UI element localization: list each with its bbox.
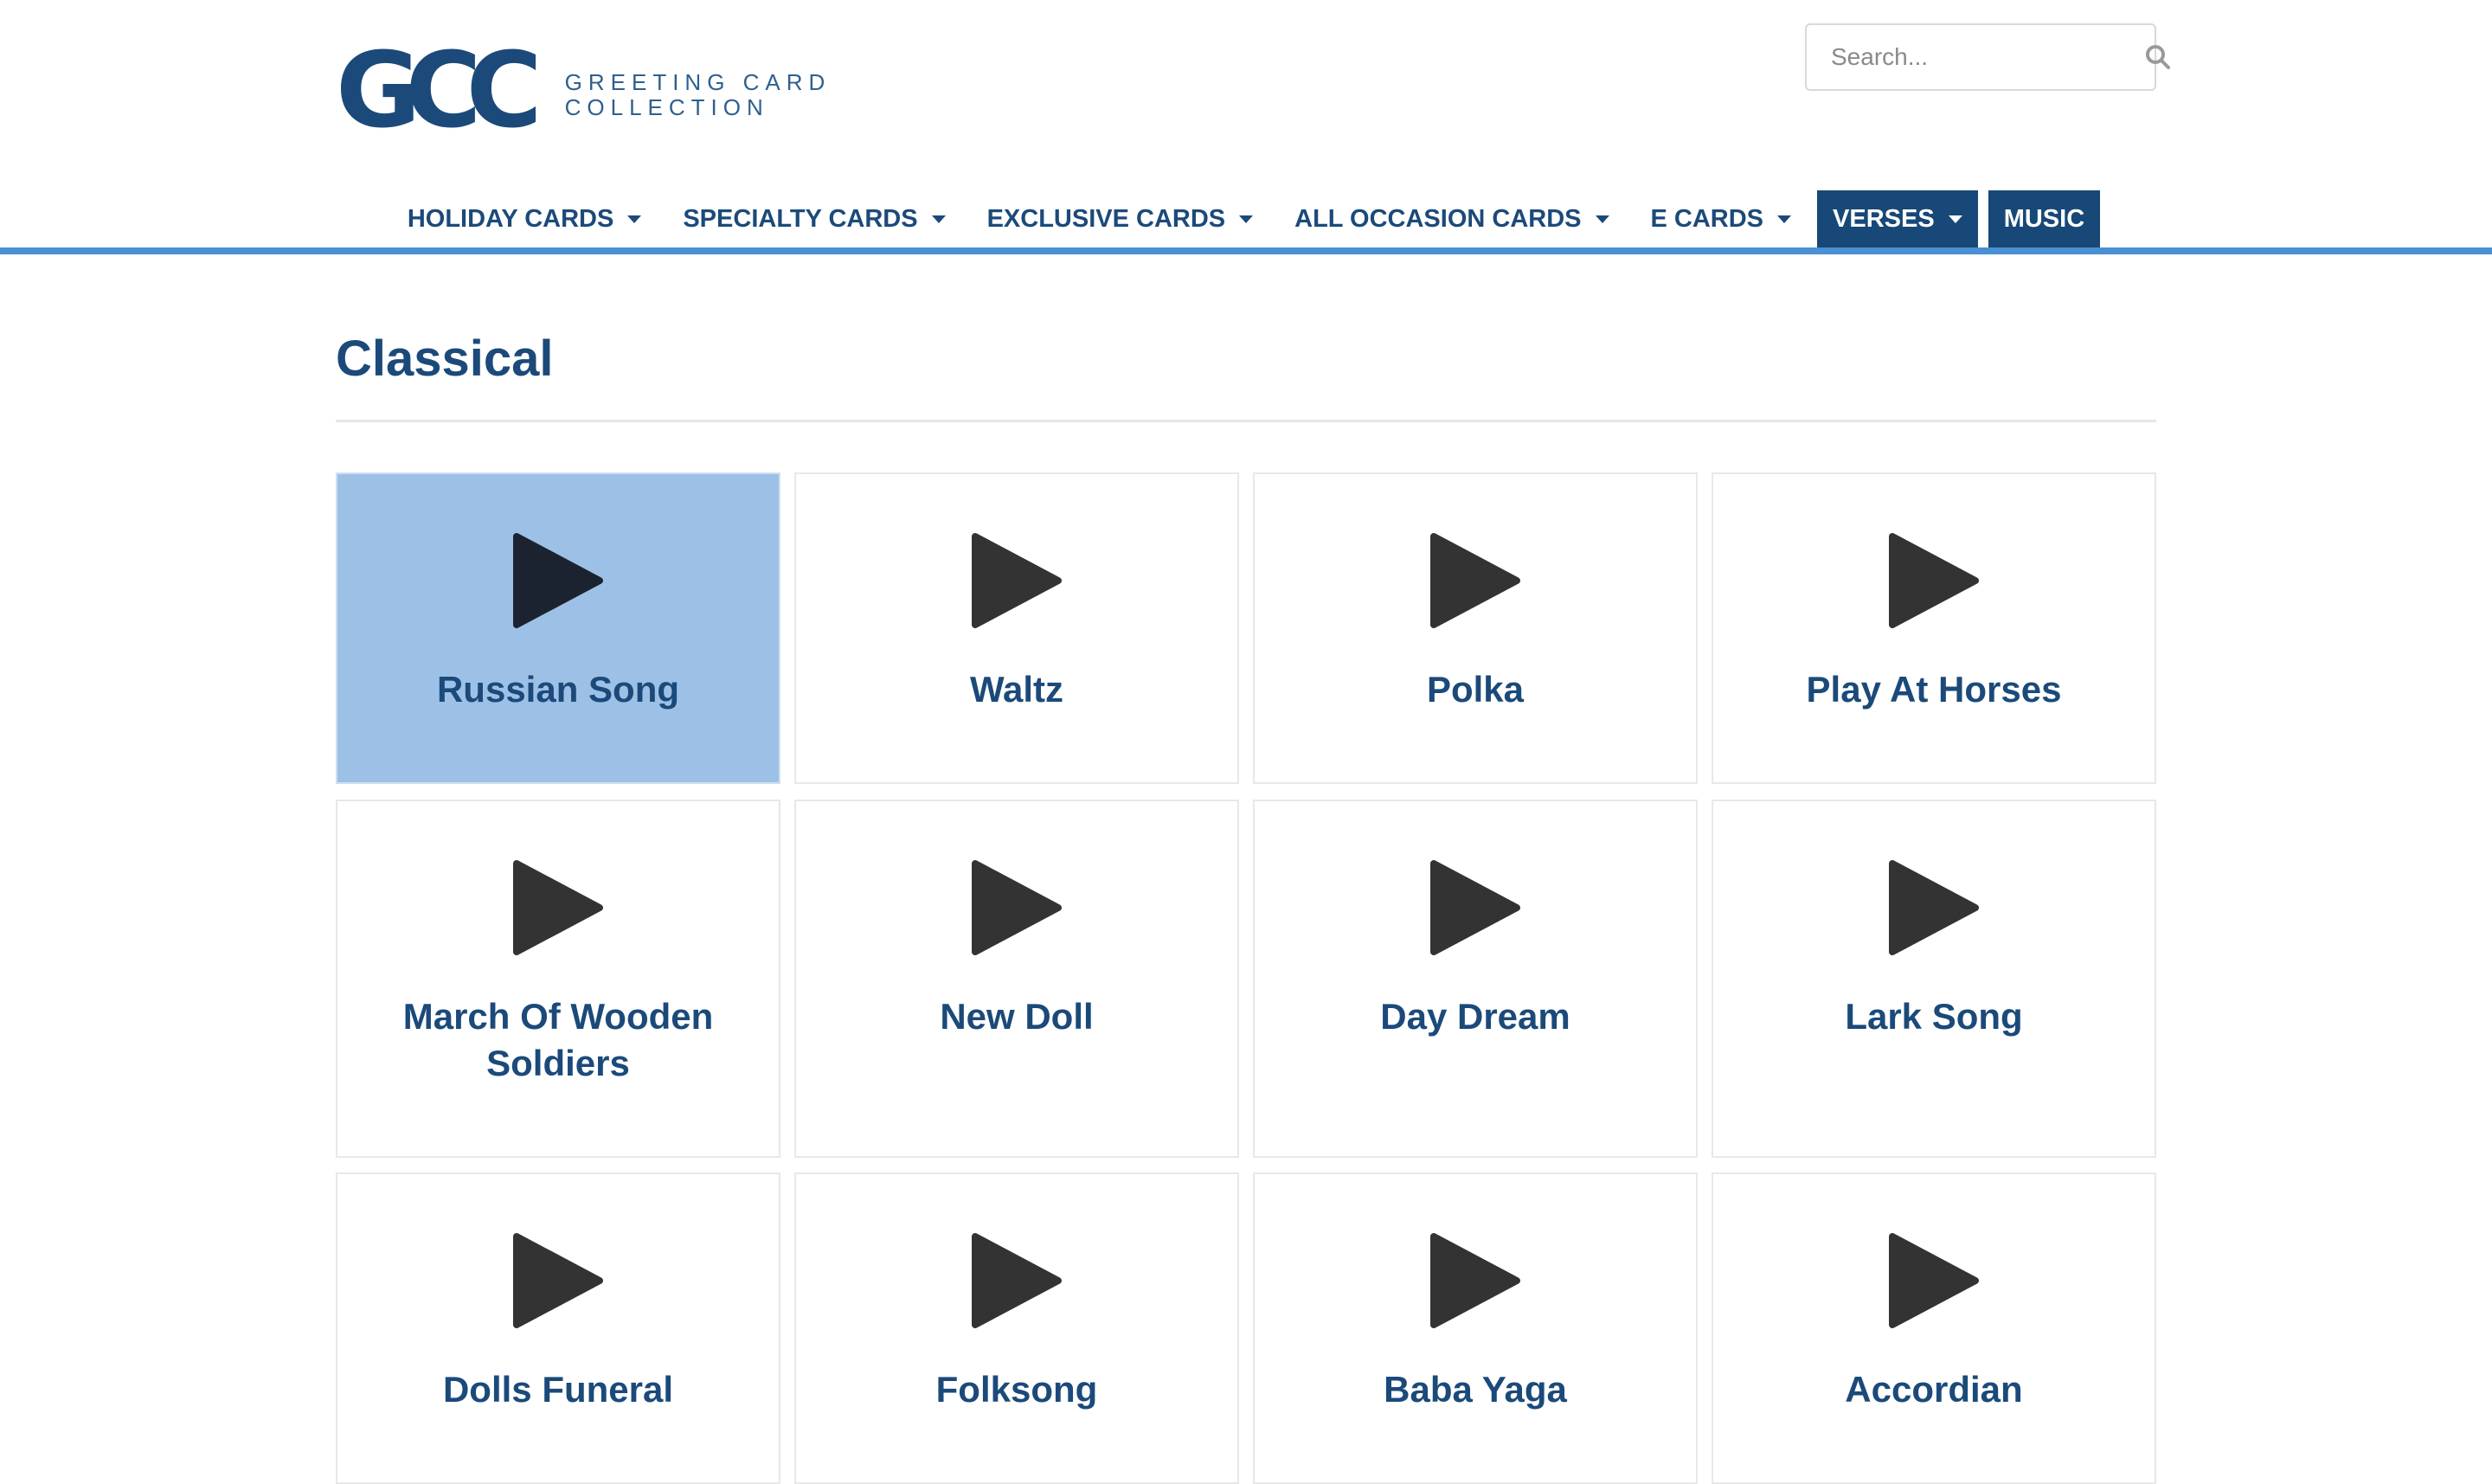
song-tile[interactable]: March Of Wooden Soldiers <box>336 800 780 1158</box>
caret-down-icon <box>931 215 946 223</box>
play-icon[interactable] <box>1429 1231 1522 1330</box>
song-tile[interactable]: Russian Song <box>336 472 780 784</box>
song-tile[interactable]: Folksong <box>794 1172 1239 1484</box>
song-tile[interactable]: Baba Yaga <box>1253 1172 1698 1484</box>
play-icon[interactable] <box>970 531 1063 630</box>
logo-text-line-2: COLLECTION <box>564 94 769 120</box>
song-title[interactable]: Accordian <box>1731 1366 2137 1413</box>
play-icon[interactable] <box>511 531 605 630</box>
song-title[interactable]: Lark Song <box>1731 993 2137 1040</box>
caret-down-icon <box>1239 215 1254 223</box>
song-title[interactable]: Day Dream <box>1272 993 1679 1040</box>
search-input[interactable] <box>1807 42 2145 72</box>
search-icon[interactable] <box>2145 31 2171 83</box>
song-tile[interactable]: Play At Horses <box>1712 472 2156 784</box>
play-icon[interactable] <box>1429 531 1522 630</box>
nav-underline-bar <box>0 247 2492 254</box>
search-box <box>1805 23 2170 91</box>
song-title[interactable]: Russian Song <box>355 666 761 713</box>
song-title[interactable]: March Of Wooden Soldiers <box>355 993 761 1087</box>
play-icon[interactable] <box>511 858 605 957</box>
site-logo[interactable]: GCC GREETING CARD COLLECTION <box>336 40 832 144</box>
song-tile[interactable]: Lark Song <box>1712 800 2156 1158</box>
play-icon[interactable] <box>1429 858 1522 957</box>
caret-down-icon <box>1948 215 1962 223</box>
logo-text-line-1: GREETING CARD <box>564 69 832 95</box>
song-title[interactable]: Waltz <box>813 666 1220 713</box>
nav-item-label: HOLIDAY CARDS <box>407 204 614 233</box>
nav-item-label: E CARDS <box>1650 204 1764 233</box>
main-nav: HOLIDAY CARDS SPECIALTY CARDS EXCLUSIVE … <box>0 190 2492 247</box>
logo-text: GREETING CARD COLLECTION <box>565 70 832 120</box>
play-icon[interactable] <box>1887 858 1981 957</box>
play-icon[interactable] <box>1887 1231 1981 1330</box>
song-tile[interactable]: Day Dream <box>1253 800 1698 1158</box>
nav-item-label: ALL OCCASION CARDS <box>1294 204 1582 233</box>
song-title[interactable]: Dolls Funeral <box>355 1366 761 1413</box>
logo-mark: GCC <box>336 31 543 151</box>
title-divider <box>336 420 2156 422</box>
nav-item-exclusive-cards[interactable]: EXCLUSIVE CARDS <box>972 190 1269 247</box>
song-title[interactable]: New Doll <box>813 993 1220 1040</box>
song-title[interactable]: Polka <box>1272 666 1679 713</box>
caret-down-icon <box>627 215 642 223</box>
nav-item-music[interactable]: MUSIC <box>1988 190 2101 247</box>
nav-item-verses[interactable]: VERSES <box>1817 190 1978 247</box>
caret-down-icon <box>1777 215 1792 223</box>
nav-item-all-occasion-cards[interactable]: ALL OCCASION CARDS <box>1279 190 1624 247</box>
page-title: Classical <box>336 331 554 387</box>
play-icon[interactable] <box>1887 531 1981 630</box>
song-title[interactable]: Play At Horses <box>1731 666 2137 713</box>
song-tile[interactable]: Dolls Funeral <box>336 1172 780 1484</box>
song-tile[interactable]: Polka <box>1253 472 1698 784</box>
play-icon[interactable] <box>970 1231 1063 1330</box>
nav-item-label: MUSIC <box>2003 204 2085 233</box>
nav-item-e-cards[interactable]: E CARDS <box>1635 190 1808 247</box>
song-title[interactable]: Baba Yaga <box>1272 1366 1679 1413</box>
song-title[interactable]: Folksong <box>813 1366 1220 1413</box>
nav-item-label: SPECIALTY CARDS <box>683 204 918 233</box>
song-tile[interactable]: Accordian <box>1712 1172 2156 1484</box>
song-tile[interactable]: Waltz <box>794 472 1239 784</box>
nav-item-specialty-cards[interactable]: SPECIALTY CARDS <box>667 190 960 247</box>
play-icon[interactable] <box>511 1231 605 1330</box>
caret-down-icon <box>1595 215 1609 223</box>
play-icon[interactable] <box>970 858 1063 957</box>
nav-item-label: EXCLUSIVE CARDS <box>986 204 1226 233</box>
nav-item-holiday-cards[interactable]: HOLIDAY CARDS <box>392 190 658 247</box>
song-tile[interactable]: New Doll <box>794 800 1239 1158</box>
nav-item-label: VERSES <box>1833 204 1935 233</box>
